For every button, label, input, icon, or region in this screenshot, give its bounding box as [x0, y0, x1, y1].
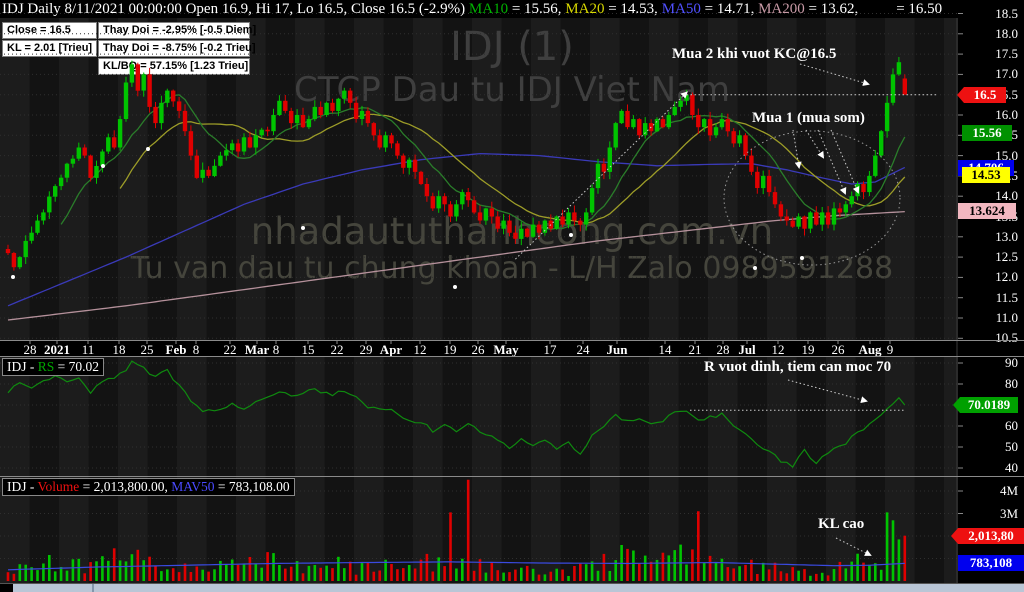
- vol-mav-badge: 783,108: [958, 555, 1024, 572]
- annotation-volume: KL cao: [818, 516, 865, 532]
- horizontal-scrollbar[interactable]: [0, 584, 1024, 592]
- text-part: IDJ -: [7, 359, 38, 374]
- text-part: MAV50: [171, 479, 215, 494]
- text-part: = 783,108.00: [214, 479, 290, 494]
- scrollbar-thumb-edge[interactable]: [92, 584, 94, 592]
- text-part: IDJ -: [7, 479, 38, 494]
- price-ma200-badge: 13.624: [958, 203, 1016, 220]
- annotation-buy2: Mua 2 khi vuot KC@16.5: [672, 46, 837, 62]
- badge-arrow-tip: [951, 527, 958, 544]
- annotation-buy1: Mua 1 (mua som): [752, 110, 865, 126]
- price-last-badge: 16.5: [957, 86, 1006, 103]
- vol-last-badge: 2,013,80: [951, 527, 1024, 544]
- text-part: = 70.02: [54, 359, 100, 374]
- rsi-last-badge: 70.0189: [953, 396, 1018, 413]
- chart-plot-area[interactable]: [0, 0, 1024, 592]
- separator-dates-top: [0, 340, 1024, 341]
- rsi-panel-title: IDJ - RS = 70.02: [2, 358, 105, 376]
- charting-app-window: IDJ (1) CTCP Dau tu IDJ Viet Nam nhadaut…: [0, 0, 1024, 592]
- separator-volume-top: [0, 476, 1024, 477]
- badge-arrow-tip: [957, 86, 964, 103]
- text-part: = 2,013,800.00,: [79, 479, 172, 494]
- badge-arrow-tip: [953, 396, 960, 413]
- text-part: Volume: [37, 479, 80, 494]
- scrollbar-corner: [0, 584, 13, 592]
- price-ma10-badge: 15.56: [962, 124, 1012, 141]
- separator-rsi-top: [0, 356, 1024, 357]
- price-ma20-badge: 14.53: [962, 166, 1010, 183]
- volume-panel-title: IDJ - Volume = 2,013,800.00, MAV50 = 783…: [2, 478, 295, 496]
- text-part: RS: [37, 359, 55, 374]
- annotation-rsi: R vuot dinh, tiem can moc 70: [704, 359, 892, 375]
